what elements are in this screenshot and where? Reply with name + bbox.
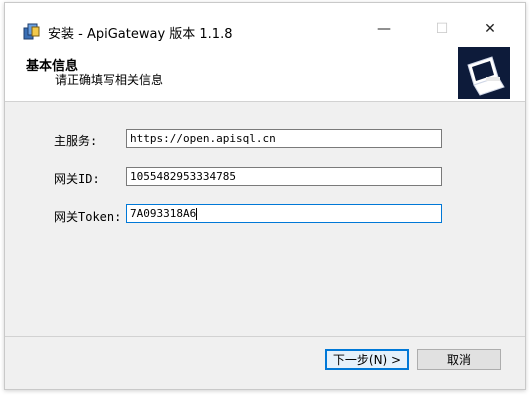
maximize-button[interactable]: ☐ <box>419 15 465 43</box>
cancel-button[interactable]: 取消 <box>417 349 501 370</box>
footer-divider <box>5 336 525 337</box>
title-bar: 安装 - ApiGateway 版本 1.1.8 — ☐ ✕ <box>5 3 525 43</box>
minimize-button[interactable]: — <box>361 15 407 43</box>
gateway-id-input[interactable]: 1055482953334785 <box>126 167 442 186</box>
installer-app-icon <box>23 23 40 40</box>
window-title: 安装 - ApiGateway 版本 1.1.8 <box>48 27 233 42</box>
gateway-token-value: 7A093318A6 <box>130 207 197 220</box>
gateway-token-input[interactable]: 7A093318A6 <box>126 204 442 223</box>
gateway-token-label: 网关Token: <box>54 210 122 224</box>
next-button[interactable]: 下一步(N) > <box>325 349 409 370</box>
wizard-header: 基本信息 请正确填写相关信息 <box>5 41 525 102</box>
computer-icon <box>458 47 510 99</box>
text-caret <box>196 208 198 220</box>
main-service-label: 主服务: <box>54 134 98 148</box>
page-subtitle: 请正确填写相关信息 <box>55 73 164 87</box>
gateway-id-label: 网关ID: <box>54 172 100 186</box>
form-area: 主服务: https://open.apisql.cn 网关ID: 105548… <box>17 102 513 347</box>
installer-window: 安装 - ApiGateway 版本 1.1.8 — ☐ ✕ 基本信息 请正确填… <box>4 2 526 390</box>
close-button[interactable]: ✕ <box>467 15 513 43</box>
main-service-input[interactable]: https://open.apisql.cn <box>126 129 442 148</box>
